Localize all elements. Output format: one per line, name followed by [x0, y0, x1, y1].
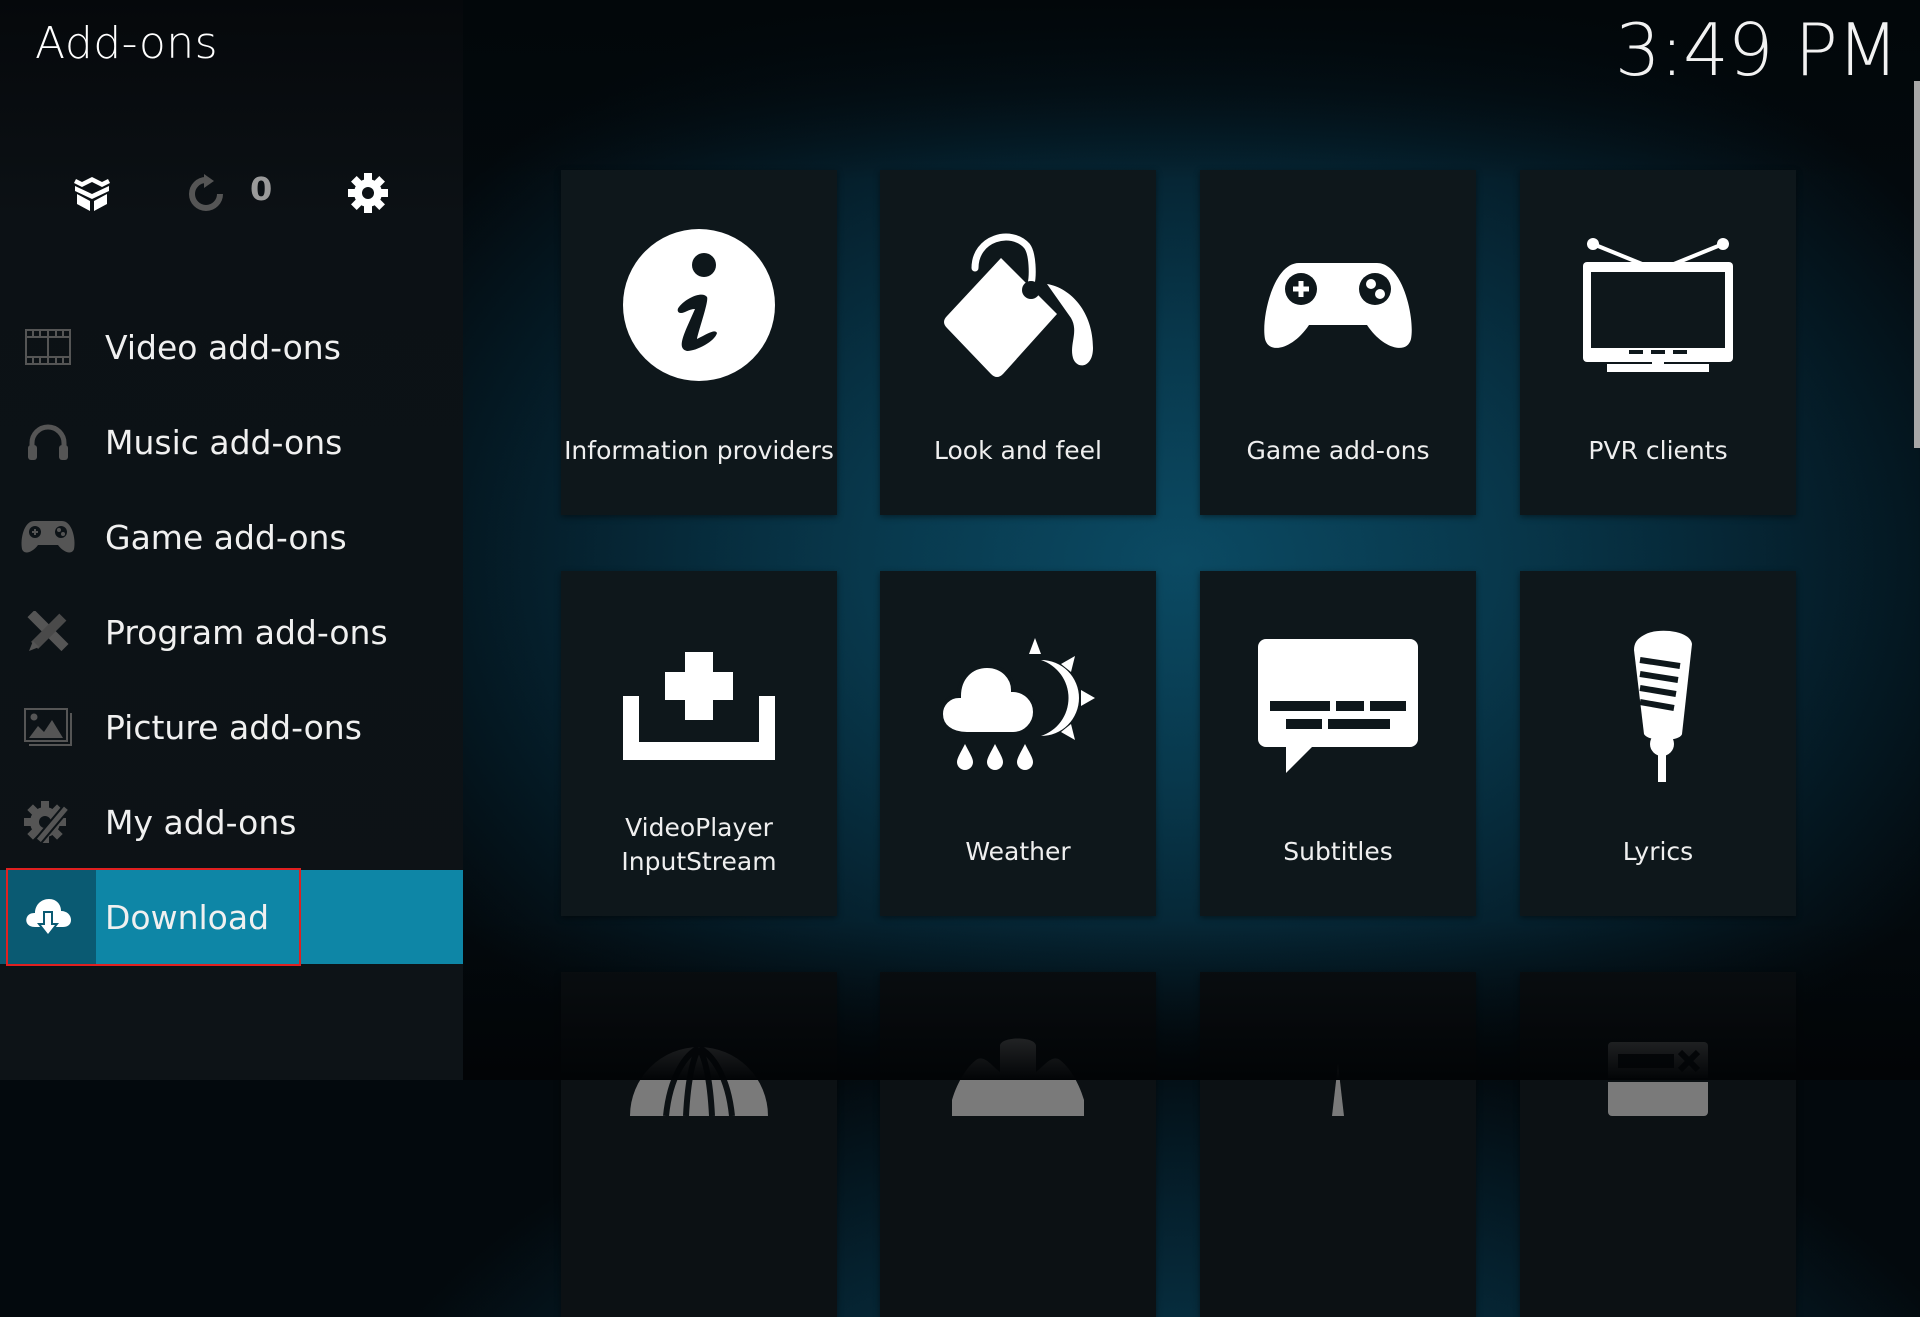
subtitles-icon — [1258, 639, 1418, 773]
sidebar-item-label: Game add-ons — [105, 517, 347, 557]
info-icon — [623, 229, 775, 381]
tile-weather[interactable]: Weather — [880, 571, 1156, 916]
highlight-outline — [6, 868, 301, 966]
tile-label: Lyrics — [1622, 837, 1694, 866]
tile-label-line2: InputStream — [621, 847, 777, 876]
sidebar-item-label: Picture add-ons — [105, 707, 362, 747]
tile-context-items[interactable] — [880, 972, 1156, 1317]
puzzle-icon — [952, 1038, 1084, 1116]
install-tray-icon — [623, 652, 775, 760]
tile-label: VideoPlayer InputStream — [561, 811, 837, 879]
microphone-icon — [1634, 630, 1692, 782]
film-strip-icon — [25, 329, 71, 365]
sidebar-item-my-addons[interactable]: My add-ons — [0, 775, 463, 869]
tile-videoplayer-inputstream[interactable]: VideoPlayer InputStream — [561, 571, 837, 916]
tile-information-providers[interactable]: Information providers — [561, 170, 837, 515]
tile-audio-dsp[interactable] — [1200, 972, 1476, 1317]
picture-icon — [24, 708, 72, 746]
sidebar-item-game-addons[interactable]: Game add-ons — [0, 490, 463, 584]
context-menu-icon — [1608, 1042, 1708, 1116]
sidebar-item-label: My add-ons — [105, 802, 297, 842]
gear-wrench-icon — [24, 801, 71, 845]
tile-pvr-clients[interactable]: PVR clients — [1520, 170, 1796, 515]
sidebar-item-music-addons[interactable]: Music add-ons — [0, 395, 463, 489]
check-updates-button[interactable] — [186, 172, 226, 214]
globe-icon — [630, 1045, 768, 1116]
sidebar-item-label: Music add-ons — [105, 422, 343, 462]
tile-look-and-feel[interactable]: Look and feel — [880, 170, 1156, 515]
clock: 3:49 PM — [1614, 8, 1899, 92]
sidebar-item-video-addons[interactable]: Video add-ons — [0, 300, 463, 394]
tile-lyrics[interactable]: Lyrics — [1520, 571, 1796, 916]
sidebar-item-label: Program add-ons — [105, 612, 388, 652]
update-count: 0 — [250, 170, 273, 208]
waveform-icon — [1332, 1064, 1344, 1116]
tile-label: Game add-ons — [1246, 436, 1430, 465]
open-box-icon — [74, 177, 110, 211]
gamepad-icon — [1264, 263, 1412, 348]
headphones-icon — [28, 424, 68, 460]
tile-label: Information providers — [564, 436, 834, 465]
paint-bucket-icon — [944, 233, 1093, 377]
tile-subtitles[interactable]: Subtitles — [1200, 571, 1476, 916]
tile-label: PVR clients — [1588, 436, 1728, 465]
install-from-zip-button[interactable] — [70, 172, 114, 214]
gamepad-icon — [21, 521, 75, 553]
tile-label: Subtitles — [1283, 837, 1393, 866]
sidebar-item-picture-addons[interactable]: Picture add-ons — [0, 680, 463, 774]
sidebar-item-program-addons[interactable]: Program add-ons — [0, 585, 463, 679]
tv-icon — [1583, 238, 1733, 372]
gear-icon — [348, 173, 388, 213]
weather-icon — [941, 638, 1095, 770]
pencil-ruler-icon — [27, 611, 69, 652]
settings-button[interactable] — [346, 172, 390, 214]
page-title: Add-ons — [35, 18, 219, 69]
refresh-icon — [189, 174, 223, 211]
sidebar-item-label: Video add-ons — [105, 327, 341, 367]
tile-game-addons[interactable]: Game add-ons — [1200, 170, 1476, 515]
tile-context-menus[interactable] — [1520, 972, 1796, 1317]
tile-label: Weather — [965, 837, 1071, 866]
scrollbar[interactable] — [1914, 81, 1920, 448]
tile-label: Look and feel — [934, 436, 1102, 465]
tile-services[interactable] — [561, 972, 837, 1317]
tile-label-line1: VideoPlayer — [625, 813, 773, 842]
